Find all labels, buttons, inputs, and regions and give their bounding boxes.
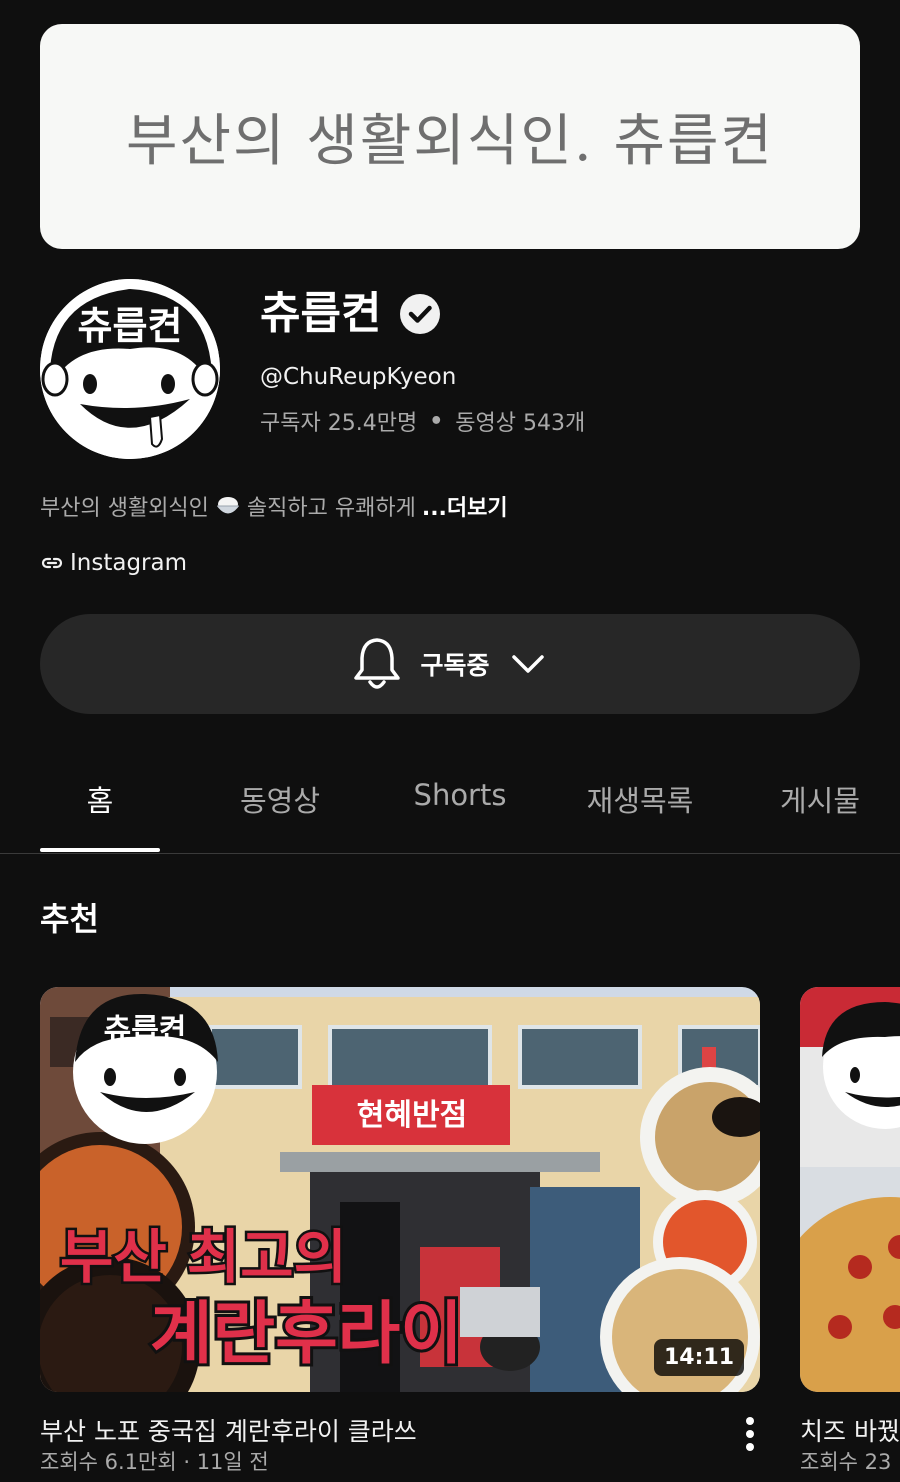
channel-avatar[interactable]: 츄릅켠: [40, 279, 220, 459]
section-title: 추천: [40, 900, 99, 938]
video-thumbnail[interactable]: 현혜반점 츄릅켠 부산 최고의 계란후라이 14:11: [40, 987, 760, 1392]
video-duration: 14:11: [653, 1339, 744, 1376]
more-options-icon[interactable]: [738, 1414, 762, 1454]
video-title[interactable]: 부산 노포 중국집 계란후라이 클라쓰: [40, 1412, 417, 1448]
subscriber-count: 구독자 25.4만명: [260, 411, 418, 436]
description-text: 부산의 생활외식인: [40, 496, 209, 521]
channel-description[interactable]: 부산의 생활외식인 솔직하고 유쾌하게 ...더보기: [40, 490, 508, 522]
video-count: 동영상 543개: [455, 411, 586, 436]
video-title-2[interactable]: 치즈 바꿨: [800, 1412, 900, 1448]
active-tab-indicator: [40, 848, 160, 852]
tab-shorts[interactable]: Shorts: [390, 760, 530, 854]
tab-playlists[interactable]: 재생목록: [570, 760, 710, 854]
tab-videos[interactable]: 동영상: [210, 760, 350, 854]
subscribed-label: 구독중: [420, 651, 490, 680]
channel-stats: 구독자 25.4만명 • 동영상 543개: [260, 405, 585, 437]
avatar-logo-text: 츄릅켠: [78, 304, 183, 348]
channel-handle: @ChuReupKyeon: [260, 364, 457, 390]
thumbnail-image: 현혜반점 츄릅켠 부산 최고의 계란후라이: [40, 987, 760, 1392]
chevron-down-icon: [511, 655, 544, 673]
thumbnail-headline-2: 계란후라이: [150, 1295, 463, 1374]
video-thumbnail-2[interactable]: [800, 987, 900, 1392]
instagram-link-label: Instagram: [70, 550, 188, 576]
bell-icon: [354, 638, 401, 689]
thumbnail-image-2: [800, 987, 900, 1392]
more-link[interactable]: ...더보기: [422, 490, 508, 522]
banner-text: 부산의 생활외식인. 츄릅켠: [125, 109, 775, 174]
video-meta-2: 조회수 23: [800, 1450, 892, 1474]
subscribed-button[interactable]: 구독중: [40, 614, 860, 714]
rice-bowl-icon: [216, 497, 239, 514]
link-icon: [41, 557, 63, 569]
thumbnail-logo-text: 츄릅켠: [104, 1013, 187, 1048]
channel-banner: 부산의 생활외식인. 츄릅켠: [40, 24, 860, 249]
stats-separator: •: [429, 408, 444, 434]
tab-posts[interactable]: 게시물: [750, 760, 890, 854]
video-meta: 조회수 6.1만회 · 11일 전: [40, 1450, 269, 1474]
channel-title: 츄릅켠: [260, 292, 441, 336]
channel-name: 츄릅켠: [260, 288, 382, 339]
thumbnail-headline-1: 부산 최고의: [60, 1223, 347, 1291]
instagram-link[interactable]: Instagram: [40, 550, 187, 576]
avatar-face-drawing: 츄릅켠: [40, 279, 220, 459]
shop-sign-text: 현혜반점: [357, 1098, 467, 1133]
description-tail: 솔직하고 유쾌하게: [246, 496, 416, 521]
verified-check-icon: [400, 294, 441, 334]
tab-home[interactable]: 홈: [30, 760, 170, 854]
channel-tabs: 홈 동영상 Shorts 재생목록 게시물: [0, 760, 900, 854]
